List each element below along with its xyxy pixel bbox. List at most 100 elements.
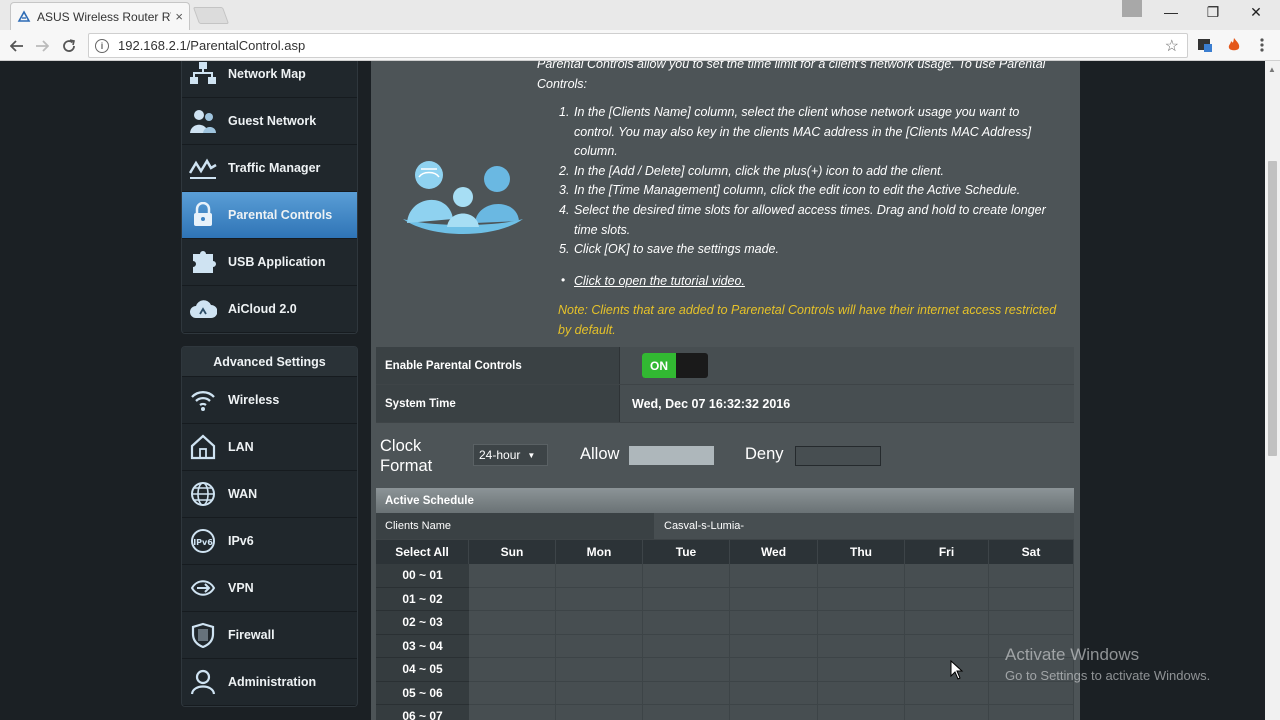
tab-close-icon[interactable]: × xyxy=(175,9,183,24)
svg-text:IPv6: IPv6 xyxy=(193,538,213,547)
schedule-cell[interactable] xyxy=(643,564,730,588)
schedule-cell[interactable] xyxy=(905,658,989,682)
page-scrollbar[interactable]: ▲ xyxy=(1265,61,1280,720)
schedule-cell[interactable] xyxy=(643,705,730,720)
schedule-cell[interactable] xyxy=(905,564,989,588)
schedule-cell[interactable] xyxy=(469,658,556,682)
time-slot-label[interactable]: 01 ~ 02 xyxy=(376,587,469,611)
schedule-cell[interactable] xyxy=(989,705,1074,720)
sidebar-item-vpn[interactable]: VPN xyxy=(182,565,357,612)
clients-name-label: Clients Name xyxy=(376,513,654,539)
day-header[interactable]: Tue xyxy=(643,540,730,564)
new-tab-button[interactable] xyxy=(192,7,230,24)
day-header[interactable]: Sun xyxy=(469,540,556,564)
schedule-cell[interactable] xyxy=(905,681,989,705)
sidebar-item-ipv6[interactable]: IPv6 IPv6 xyxy=(182,518,357,565)
parental-controls-toggle[interactable]: ON xyxy=(642,353,708,378)
sidebar-item-administration[interactable]: Administration xyxy=(182,659,357,706)
schedule-cell[interactable] xyxy=(556,611,643,635)
schedule-cell[interactable] xyxy=(469,587,556,611)
back-icon[interactable] xyxy=(6,35,28,57)
schedule-cell[interactable] xyxy=(469,611,556,635)
scroll-up-icon[interactable]: ▲ xyxy=(1268,65,1276,74)
schedule-cell[interactable] xyxy=(818,681,905,705)
sidebar-item-wireless[interactable]: Wireless xyxy=(182,377,357,424)
schedule-cell[interactable] xyxy=(556,564,643,588)
profile-icon[interactable] xyxy=(1122,0,1142,17)
day-header[interactable]: Sat xyxy=(989,540,1074,564)
schedule-cell[interactable] xyxy=(469,705,556,720)
schedule-cell[interactable] xyxy=(643,587,730,611)
time-slot-label[interactable]: 00 ~ 01 xyxy=(376,564,469,588)
schedule-cell[interactable] xyxy=(556,705,643,720)
schedule-cell[interactable] xyxy=(905,611,989,635)
schedule-cell[interactable] xyxy=(556,658,643,682)
schedule-cell[interactable] xyxy=(818,587,905,611)
schedule-cell[interactable] xyxy=(989,564,1074,588)
sidebar-item-firewall[interactable]: Firewall xyxy=(182,612,357,659)
schedule-cell[interactable] xyxy=(989,681,1074,705)
schedule-cell[interactable] xyxy=(643,634,730,658)
schedule-cell[interactable] xyxy=(730,634,818,658)
sidebar-item-aicloud[interactable]: AiCloud 2.0 xyxy=(182,286,357,333)
schedule-cell[interactable] xyxy=(905,587,989,611)
schedule-cell[interactable] xyxy=(818,611,905,635)
day-header[interactable]: Mon xyxy=(556,540,643,564)
schedule-cell[interactable] xyxy=(989,587,1074,611)
time-slot-label[interactable]: 02 ~ 03 xyxy=(376,611,469,635)
sidebar-item-network-map[interactable]: Network Map xyxy=(182,61,357,98)
clock-format-label: Clock Format xyxy=(380,437,433,475)
sidebar-item-parental-controls[interactable]: Parental Controls xyxy=(182,192,357,239)
scrollbar-thumb[interactable] xyxy=(1268,161,1277,456)
schedule-cell[interactable] xyxy=(469,564,556,588)
schedule-cell[interactable] xyxy=(469,681,556,705)
day-header[interactable]: Wed xyxy=(730,540,818,564)
schedule-cell[interactable] xyxy=(643,681,730,705)
schedule-cell[interactable] xyxy=(730,681,818,705)
schedule-cell[interactable] xyxy=(730,564,818,588)
tutorial-video-link[interactable]: Click to open the tutorial video. xyxy=(574,274,745,288)
restore-button[interactable]: ❐ xyxy=(1193,0,1233,24)
schedule-cell[interactable] xyxy=(818,658,905,682)
schedule-cell[interactable] xyxy=(730,658,818,682)
sidebar-item-guest-network[interactable]: Guest Network xyxy=(182,98,357,145)
schedule-cell[interactable] xyxy=(905,705,989,720)
schedule-cell[interactable] xyxy=(469,634,556,658)
browser-menu-icon[interactable] xyxy=(1252,35,1272,55)
schedule-cell[interactable] xyxy=(989,611,1074,635)
time-slot-label[interactable]: 04 ~ 05 xyxy=(376,658,469,682)
info-icon[interactable]: i xyxy=(95,38,109,53)
reload-icon[interactable] xyxy=(58,35,80,57)
schedule-cell[interactable] xyxy=(818,705,905,720)
schedule-cell[interactable] xyxy=(643,611,730,635)
schedule-cell[interactable] xyxy=(818,564,905,588)
schedule-cell[interactable] xyxy=(730,611,818,635)
schedule-cell[interactable] xyxy=(730,705,818,720)
sidebar-item-lan[interactable]: LAN xyxy=(182,424,357,471)
forward-icon[interactable] xyxy=(31,35,53,57)
day-header[interactable]: Fri xyxy=(905,540,989,564)
schedule-cell[interactable] xyxy=(818,634,905,658)
sidebar-item-wan[interactable]: WAN xyxy=(182,471,357,518)
time-slot-label[interactable]: 06 ~ 07 xyxy=(376,705,469,720)
time-slot-label[interactable]: 03 ~ 04 xyxy=(376,634,469,658)
sidebar-item-usb-application[interactable]: USB Application xyxy=(182,239,357,286)
window-close-button[interactable]: ✕ xyxy=(1236,0,1276,24)
schedule-cell[interactable] xyxy=(556,587,643,611)
sidebar-item-traffic-manager[interactable]: Traffic Manager xyxy=(182,145,357,192)
flame-extension-icon[interactable] xyxy=(1224,35,1244,55)
extension-icon[interactable] xyxy=(1195,35,1215,55)
time-slot-label[interactable]: 05 ~ 06 xyxy=(376,681,469,705)
schedule-cell[interactable] xyxy=(643,658,730,682)
schedule-cell[interactable] xyxy=(556,681,643,705)
address-bar[interactable]: i 192.168.2.1/ParentalControl.asp ☆ xyxy=(88,33,1188,58)
schedule-cell[interactable] xyxy=(905,634,989,658)
day-header[interactable]: Thu xyxy=(818,540,905,564)
select-all-button[interactable]: Select All xyxy=(376,540,469,564)
schedule-cell[interactable] xyxy=(556,634,643,658)
schedule-cell[interactable] xyxy=(730,587,818,611)
clock-format-select[interactable]: 24-hour ▼ xyxy=(473,444,548,466)
browser-tab[interactable]: ASUS Wireless Router RT × xyxy=(10,2,190,30)
minimize-button[interactable]: — xyxy=(1151,0,1191,24)
bookmark-star-icon[interactable]: ☆ xyxy=(1165,36,1179,56)
